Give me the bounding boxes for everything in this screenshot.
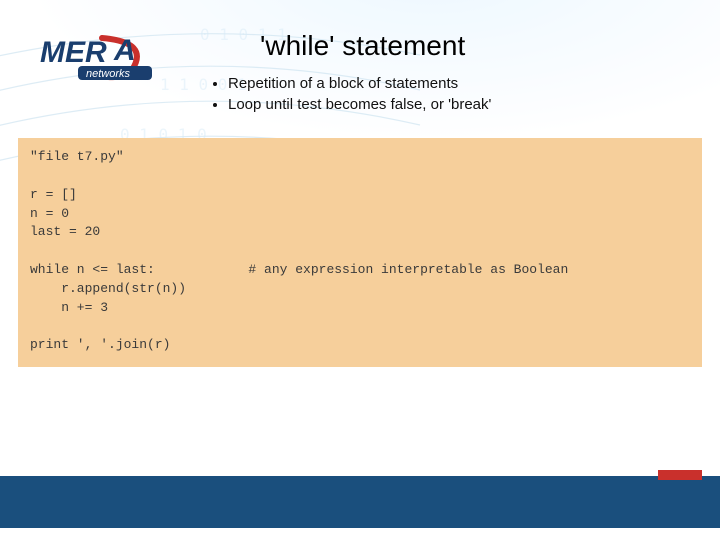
footer-bar <box>0 476 720 528</box>
logo-text-main: MER <box>40 36 107 69</box>
brand-logo: MER A networks <box>40 30 190 91</box>
list-item: Repetition of a block of statements <box>228 75 491 92</box>
bullet-list: Repetition of a block of statements Loop… <box>210 75 491 117</box>
logo-text-sub: networks <box>86 68 131 80</box>
slide-title: 'while' statement <box>260 30 465 62</box>
code-block: "file t7.py" r = [] n = 0 last = 20 whil… <box>18 138 702 367</box>
list-item: Loop until test becomes false, or 'break… <box>228 96 491 113</box>
accent-tab <box>658 470 702 480</box>
svg-text:A: A <box>113 34 136 67</box>
